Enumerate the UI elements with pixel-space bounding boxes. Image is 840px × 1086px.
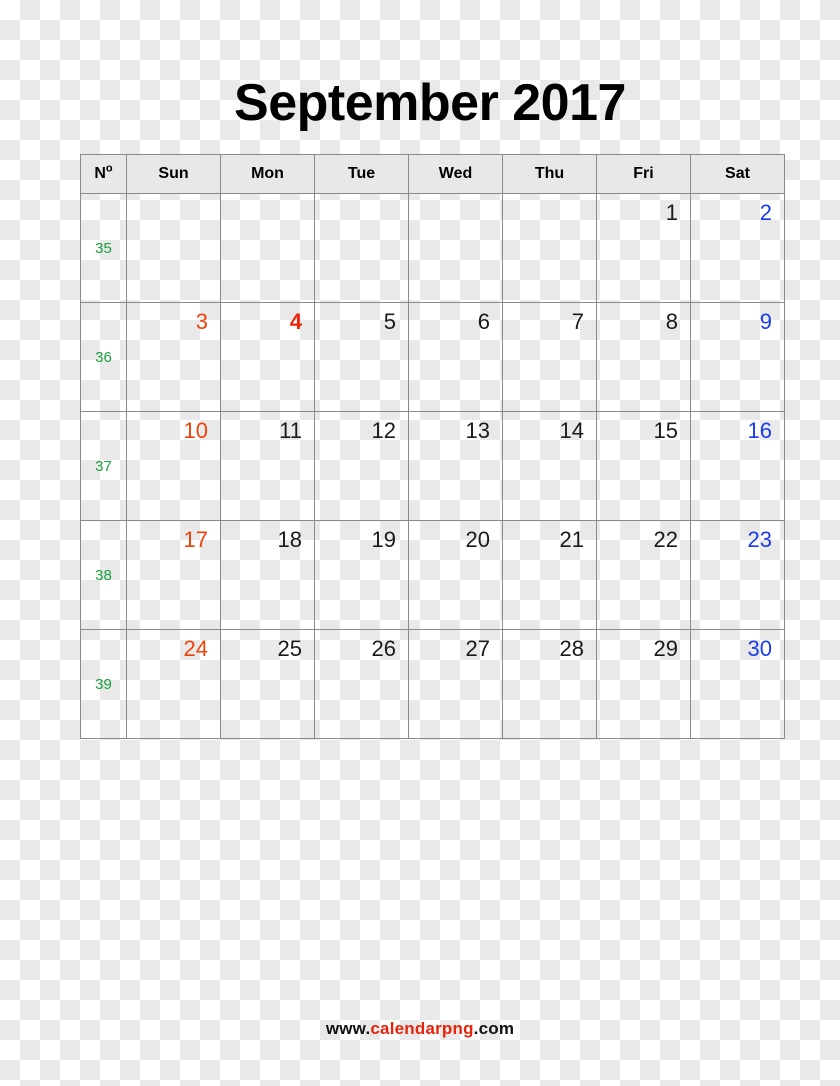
- header-day-fri: Fri: [596, 154, 691, 194]
- week-number-cell: 38: [80, 520, 127, 630]
- week-number-cell: 36: [80, 302, 127, 412]
- calendar-table: No Sun Mon Tue Wed Thu Fri Sat 35 1 2 36…: [80, 154, 785, 739]
- calendar-header-row: No Sun Mon Tue Wed Thu Fri Sat: [80, 154, 785, 194]
- page-title: September 2017: [234, 74, 626, 132]
- day-cell[interactable]: 19: [314, 520, 409, 630]
- header-day-tue: Tue: [314, 154, 409, 194]
- day-cell[interactable]: 28: [502, 629, 597, 739]
- day-cell[interactable]: 15: [596, 411, 691, 521]
- header-day-sat: Sat: [690, 154, 785, 194]
- day-cell[interactable]: 11: [220, 411, 315, 521]
- calendar-page: September 2017 No Sun Mon Tue Wed Thu Fr…: [0, 0, 840, 1086]
- header-day-thu: Thu: [502, 154, 597, 194]
- week-number-label-superscript: o: [105, 162, 113, 175]
- day-cell[interactable]: [126, 193, 221, 303]
- day-cell[interactable]: 5: [314, 302, 409, 412]
- day-cell[interactable]: 8: [596, 302, 691, 412]
- day-cell[interactable]: 10: [126, 411, 221, 521]
- footer-watermark: www.calendarpng.com: [0, 1019, 840, 1039]
- calendar-week-row: 39 24 25 26 27 28 29 30: [80, 629, 785, 739]
- footer-brand-name: calendarpng: [370, 1019, 474, 1038]
- calendar-week-row: 37 10 11 12 13 14 15 16: [80, 411, 785, 521]
- day-cell[interactable]: 17: [126, 520, 221, 630]
- header-day-mon: Mon: [220, 154, 315, 194]
- day-cell[interactable]: 29: [596, 629, 691, 739]
- day-cell[interactable]: 4: [220, 302, 315, 412]
- calendar-body: 35 1 2 36 3 4 5 6 7 8 9 37 10 11 12 13 1…: [80, 193, 785, 739]
- day-cell[interactable]: 6: [408, 302, 503, 412]
- day-cell[interactable]: 27: [408, 629, 503, 739]
- day-cell[interactable]: 18: [220, 520, 315, 630]
- day-cell[interactable]: 14: [502, 411, 597, 521]
- day-cell[interactable]: 13: [408, 411, 503, 521]
- week-number-cell: 37: [80, 411, 127, 521]
- day-cell[interactable]: [408, 193, 503, 303]
- day-cell[interactable]: 20: [408, 520, 503, 630]
- day-cell[interactable]: 21: [502, 520, 597, 630]
- header-week-number: No: [80, 154, 127, 194]
- calendar-week-row: 35 1 2: [80, 193, 785, 303]
- day-cell[interactable]: [314, 193, 409, 303]
- day-cell[interactable]: [502, 193, 597, 303]
- header-day-wed: Wed: [408, 154, 503, 194]
- day-cell[interactable]: 30: [690, 629, 785, 739]
- day-cell[interactable]: 24: [126, 629, 221, 739]
- footer-url-suffix: .com: [473, 1019, 515, 1038]
- week-number-cell: 39: [80, 629, 127, 739]
- header-day-sun: Sun: [126, 154, 221, 194]
- day-cell[interactable]: 23: [690, 520, 785, 630]
- calendar-week-row: 36 3 4 5 6 7 8 9: [80, 302, 785, 412]
- week-number-cell: 35: [80, 193, 127, 303]
- day-cell[interactable]: 12: [314, 411, 409, 521]
- day-cell[interactable]: 22: [596, 520, 691, 630]
- calendar-week-row: 38 17 18 19 20 21 22 23: [80, 520, 785, 630]
- day-cell[interactable]: 26: [314, 629, 409, 739]
- day-cell[interactable]: 3: [126, 302, 221, 412]
- day-cell[interactable]: [220, 193, 315, 303]
- footer-url-prefix: www.: [325, 1019, 371, 1038]
- day-cell[interactable]: 25: [220, 629, 315, 739]
- week-number-label: N: [94, 165, 106, 182]
- day-cell[interactable]: 16: [690, 411, 785, 521]
- day-cell[interactable]: 2: [690, 193, 785, 303]
- day-cell[interactable]: 7: [502, 302, 597, 412]
- day-cell[interactable]: 1: [596, 193, 691, 303]
- day-cell[interactable]: 9: [690, 302, 785, 412]
